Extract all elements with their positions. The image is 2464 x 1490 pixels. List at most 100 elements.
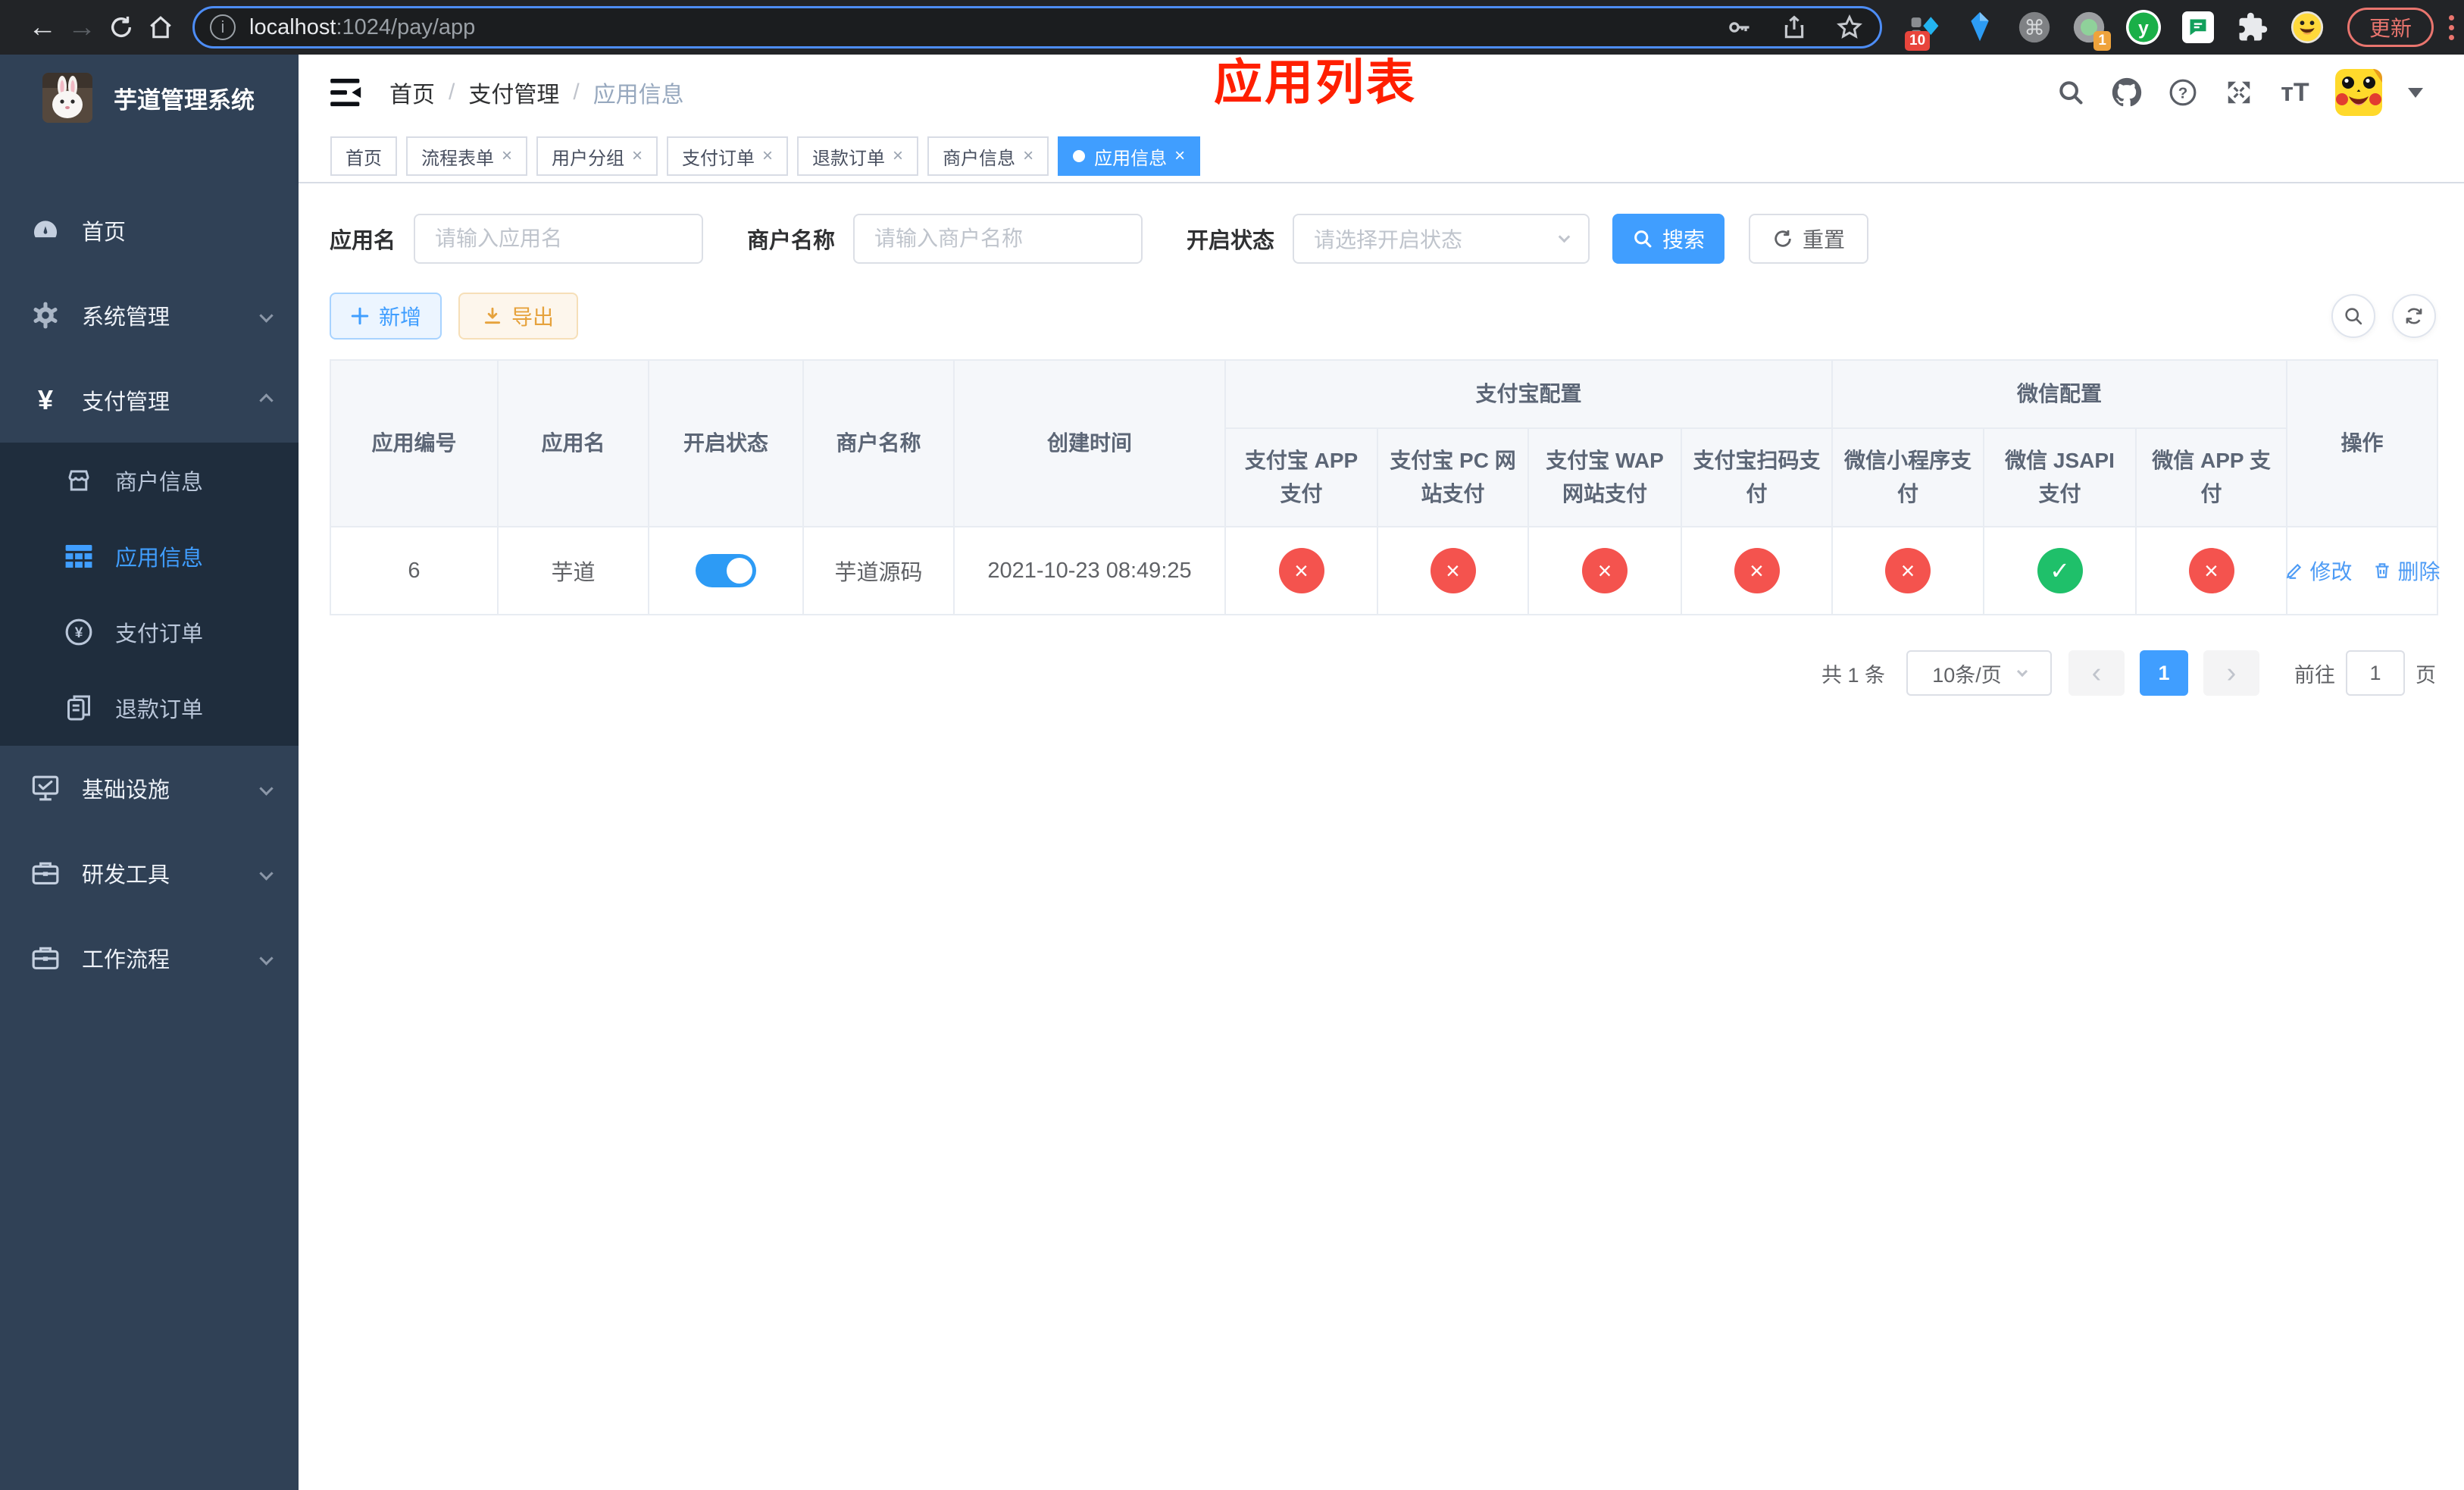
- search-icon[interactable]: [2055, 77, 2087, 108]
- browser-update-button[interactable]: 更新: [2347, 8, 2434, 47]
- sidebar-item-workflow[interactable]: 工作流程: [0, 916, 299, 1000]
- sidebar-item-infrastructure[interactable]: 基础设施: [0, 746, 299, 831]
- browser-menu-icon[interactable]: [2449, 14, 2455, 40]
- cell-alipay-app-status: ×: [1224, 526, 1378, 615]
- reset-button[interactable]: 重置: [1749, 214, 1869, 264]
- back-icon[interactable]: ←: [23, 8, 62, 47]
- dashboard-icon: [30, 216, 61, 245]
- fullscreen-icon[interactable]: [2223, 77, 2255, 108]
- cell-app-name: 芋道: [497, 526, 649, 615]
- add-button[interactable]: 新增: [330, 293, 442, 340]
- merchant-name-input[interactable]: [874, 227, 1122, 251]
- status-cross-icon: ×: [2188, 548, 2234, 593]
- app-title: 芋道管理系统: [114, 86, 255, 114]
- col-wechat-jsapi: 微信 JSAPI 支付: [1983, 427, 2137, 527]
- app-name-field[interactable]: [414, 214, 704, 264]
- enabled-switch[interactable]: [696, 554, 756, 587]
- toggle-search-button[interactable]: [2331, 294, 2375, 338]
- total-count: 共 1 条: [1821, 663, 1885, 687]
- font-size-icon[interactable]: тT: [2279, 77, 2311, 108]
- tag-process-form[interactable]: 流程表单 ×: [406, 136, 528, 176]
- close-icon[interactable]: ×: [1174, 146, 1185, 167]
- goto-page-input[interactable]: [2346, 650, 2405, 696]
- user-avatar[interactable]: [2335, 69, 2382, 116]
- cell-wechat-app-status: ×: [2135, 526, 2288, 615]
- bookmark-star-icon[interactable]: [1836, 14, 1863, 41]
- toolbox-icon: [30, 945, 61, 971]
- export-button[interactable]: 导出: [458, 293, 578, 340]
- tag-user-group[interactable]: 用户分组 ×: [536, 136, 658, 176]
- col-wechat-mini: 微信小程序支付: [1831, 427, 1985, 527]
- sidebar-fold-icon[interactable]: [330, 77, 364, 108]
- url-text: localhost:1024/pay/app: [249, 14, 476, 39]
- sidebar-menu: 首页 系统管理 ¥ 支付管理 商户信息 应用信息 ¥ 支付订单 退款订单 基础设…: [0, 188, 299, 1000]
- avatar-caret-icon[interactable]: [2408, 87, 2423, 98]
- app-name-input[interactable]: [435, 227, 683, 251]
- prev-page-button[interactable]: ‹: [2068, 650, 2125, 696]
- tag-home[interactable]: 首页: [330, 136, 397, 176]
- help-icon[interactable]: ?: [2167, 77, 2199, 108]
- share-icon[interactable]: [1781, 14, 1807, 40]
- logo-row[interactable]: 芋道管理系统: [0, 55, 299, 141]
- close-icon[interactable]: ×: [502, 146, 512, 167]
- sidebar-item-dev-tools[interactable]: 研发工具: [0, 831, 299, 916]
- sidebar-item-home[interactable]: 首页: [0, 188, 299, 273]
- gear-icon: [30, 301, 61, 330]
- col-created: 创建时间: [953, 359, 1226, 527]
- extension-emoji-icon[interactable]: [2290, 10, 2325, 45]
- app-logo: [42, 73, 92, 123]
- password-key-icon[interactable]: [1725, 14, 1753, 41]
- col-enabled: 开启状态: [648, 359, 804, 527]
- close-icon[interactable]: ×: [893, 146, 903, 167]
- sidebar-item-app-info[interactable]: 应用信息: [0, 518, 299, 594]
- grid-table-icon: [62, 543, 95, 569]
- pagination: 共 1 条 10条/页 ‹ 1 › 前往 页: [330, 650, 2436, 696]
- close-icon[interactable]: ×: [762, 146, 773, 167]
- search-button[interactable]: 搜索: [1612, 214, 1725, 264]
- close-icon[interactable]: ×: [1023, 146, 1033, 167]
- page-content: 应用名 商户名称 开启状态 请选择开启状态: [299, 183, 2464, 1490]
- breadcrumb-payment[interactable]: 支付管理: [468, 76, 559, 109]
- sidebar-item-system[interactable]: 系统管理: [0, 273, 299, 358]
- sidebar-item-refund-orders[interactable]: 退款订单: [0, 670, 299, 746]
- extension-chat-icon[interactable]: [2181, 10, 2215, 45]
- github-icon[interactable]: [2111, 77, 2143, 108]
- forward-icon[interactable]: →: [62, 8, 102, 47]
- merchant-name-field[interactable]: [853, 214, 1143, 264]
- current-page[interactable]: 1: [2140, 650, 2188, 696]
- sidebar-item-merchant-info[interactable]: 商户信息: [0, 443, 299, 518]
- filter-form: 应用名 商户名称 开启状态 请选择开启状态: [330, 214, 2436, 264]
- app-name-label: 应用名: [330, 229, 396, 253]
- tag-app-info[interactable]: 应用信息 ×: [1058, 136, 1201, 176]
- extensions-row: 10 ⌘ 1 y: [1905, 10, 2325, 51]
- monitor-check-icon: [30, 775, 61, 802]
- tag-merchant-info[interactable]: 商户信息 ×: [927, 136, 1049, 176]
- extensions-puzzle-icon[interactable]: [2235, 10, 2270, 45]
- url-bar[interactable]: i localhost:1024/pay/app: [192, 6, 1882, 49]
- edit-link[interactable]: 修改: [2284, 556, 2353, 586]
- page-size-select[interactable]: 10条/页: [1906, 650, 2052, 696]
- next-page-button[interactable]: ›: [2203, 650, 2259, 696]
- chevron-down-icon: [2016, 665, 2028, 678]
- extension-y-icon[interactable]: y: [2126, 10, 2161, 45]
- delete-link[interactable]: 删除: [2372, 556, 2441, 586]
- extension-balloon-icon[interactable]: [1962, 10, 1997, 45]
- extension-recorder-icon[interactable]: 1: [2072, 10, 2111, 51]
- sidebar: 芋道管理系统 首页 系统管理 ¥ 支付管理 商户信息 应用信息 ¥ 支付订单 退…: [0, 55, 299, 1490]
- close-icon[interactable]: ×: [632, 146, 643, 167]
- tag-refund-orders[interactable]: 退款订单 ×: [797, 136, 919, 176]
- site-info-icon[interactable]: i: [210, 14, 236, 40]
- breadcrumb-home[interactable]: 首页: [389, 76, 435, 109]
- sidebar-item-payment[interactable]: ¥ 支付管理: [0, 358, 299, 443]
- home-icon[interactable]: [141, 8, 180, 47]
- toolbox-icon: [30, 860, 61, 886]
- extension-command-icon[interactable]: ⌘: [2017, 10, 2052, 45]
- col-alipay-app: 支付宝 APP 支付: [1224, 427, 1378, 527]
- refresh-button[interactable]: [2392, 294, 2436, 338]
- extension-diamond-icon[interactable]: 10: [1905, 10, 1943, 51]
- status-select[interactable]: 请选择开启状态: [1293, 214, 1590, 264]
- sidebar-item-pay-orders[interactable]: ¥ 支付订单: [0, 594, 299, 670]
- col-alipay-pc: 支付宝 PC 网站支付: [1377, 427, 1529, 527]
- reload-icon[interactable]: [102, 8, 141, 47]
- tag-pay-orders[interactable]: 支付订单 ×: [667, 136, 789, 176]
